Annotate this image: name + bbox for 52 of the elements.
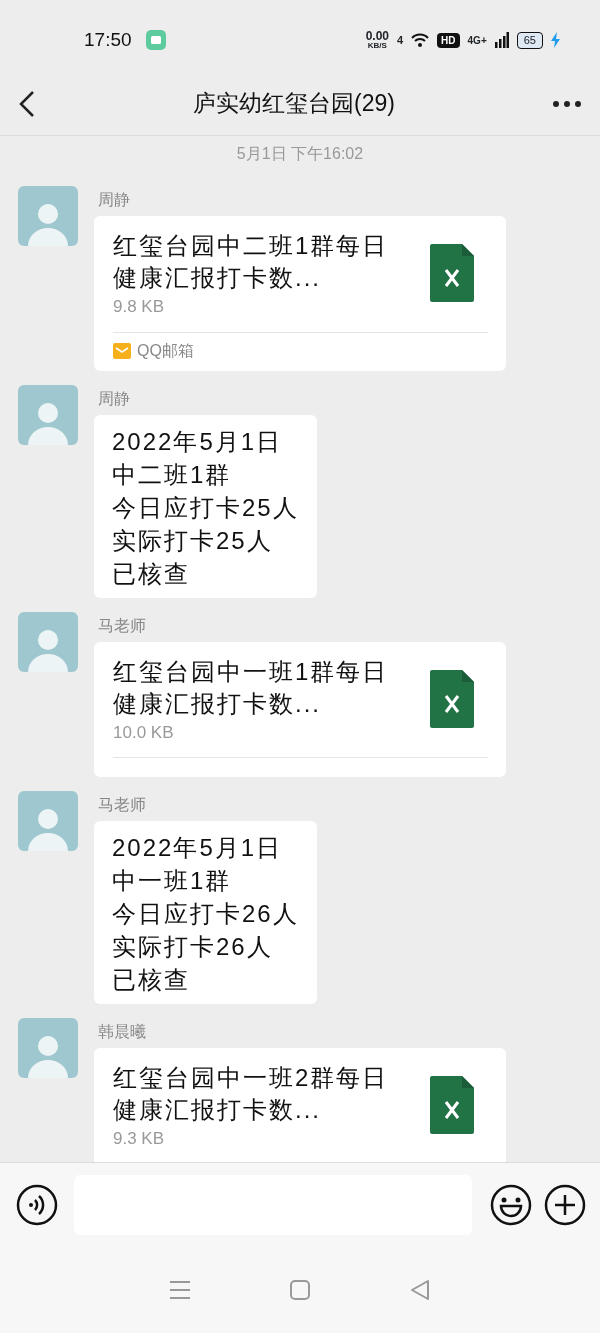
timestamp-text: 5月1日 下午16:02	[235, 144, 365, 164]
file-name: 红玺台园中一班2群每日健康汇报打卡数...	[113, 1063, 390, 1125]
avatar-placeholder	[18, 611, 78, 672]
add-icon[interactable]	[544, 1184, 586, 1226]
file-size: 10.0 KB	[113, 721, 175, 744]
sender-name: 马老师	[98, 615, 147, 636]
message-line: 中一班1群	[112, 866, 233, 896]
back-triangle-icon[interactable]	[409, 1279, 431, 1301]
message-line: 2022年5月1日	[112, 833, 284, 863]
menu-icon[interactable]	[169, 1280, 191, 1300]
wifi-icon	[411, 33, 430, 47]
message-line: 今日应打卡25人	[112, 492, 299, 523]
back-icon[interactable]	[18, 89, 36, 118]
message-line: 今日应打卡26人	[112, 899, 299, 929]
sender-name: 韩晨曦	[98, 1022, 147, 1042]
hd-badge: HD	[437, 32, 460, 48]
file-name: 红玺台园中二班1群每日健康汇报打卡数...	[113, 231, 390, 293]
net-unit-text: KB/S	[367, 42, 387, 50]
voice-icon[interactable]	[16, 1184, 58, 1226]
more-icon[interactable]	[552, 99, 582, 108]
sender-name: 周静	[98, 388, 131, 409]
network-type-text: 4G+	[467, 33, 487, 48]
source-app-label: QQ邮箱	[137, 340, 194, 361]
spreadsheet-file-icon	[430, 244, 474, 302]
emoji-icon[interactable]	[490, 1184, 532, 1226]
charging-icon	[551, 32, 560, 48]
sender-name: 周静	[98, 190, 131, 210]
status-time: 17:50	[84, 27, 132, 52]
spreadsheet-file-icon	[430, 669, 474, 728]
avatar-placeholder	[18, 1018, 78, 1078]
message-line: 实际打卡25人	[112, 525, 274, 556]
chat-title: 庐实幼红玺台园(29)	[193, 89, 395, 119]
avatar-placeholder	[18, 791, 78, 851]
mail-icon	[113, 342, 131, 359]
battery-indicator: 65	[516, 31, 543, 49]
file-size: 9.8 KB	[113, 296, 166, 318]
message-line: 2022年5月1日	[112, 426, 284, 457]
message-line: 中二班1群	[112, 459, 233, 490]
avatar-placeholder	[18, 186, 78, 246]
home-icon[interactable]	[289, 1279, 311, 1301]
wifi-label: 4	[397, 32, 404, 48]
avatar-placeholder	[18, 384, 78, 445]
signal-icon	[494, 32, 509, 48]
message-line: 实际打卡26人	[112, 932, 274, 962]
app-notification-icon	[145, 30, 166, 50]
spreadsheet-file-icon	[430, 1076, 474, 1134]
message-line: 已核查	[112, 965, 191, 995]
file-name: 红玺台园中一班1群每日健康汇报打卡数...	[113, 656, 390, 719]
sender-name: 马老师	[98, 795, 147, 815]
net-speed-text: 0.00	[365, 30, 389, 42]
message-line: 已核查	[112, 558, 191, 589]
file-size: 9.3 KB	[113, 1128, 166, 1150]
